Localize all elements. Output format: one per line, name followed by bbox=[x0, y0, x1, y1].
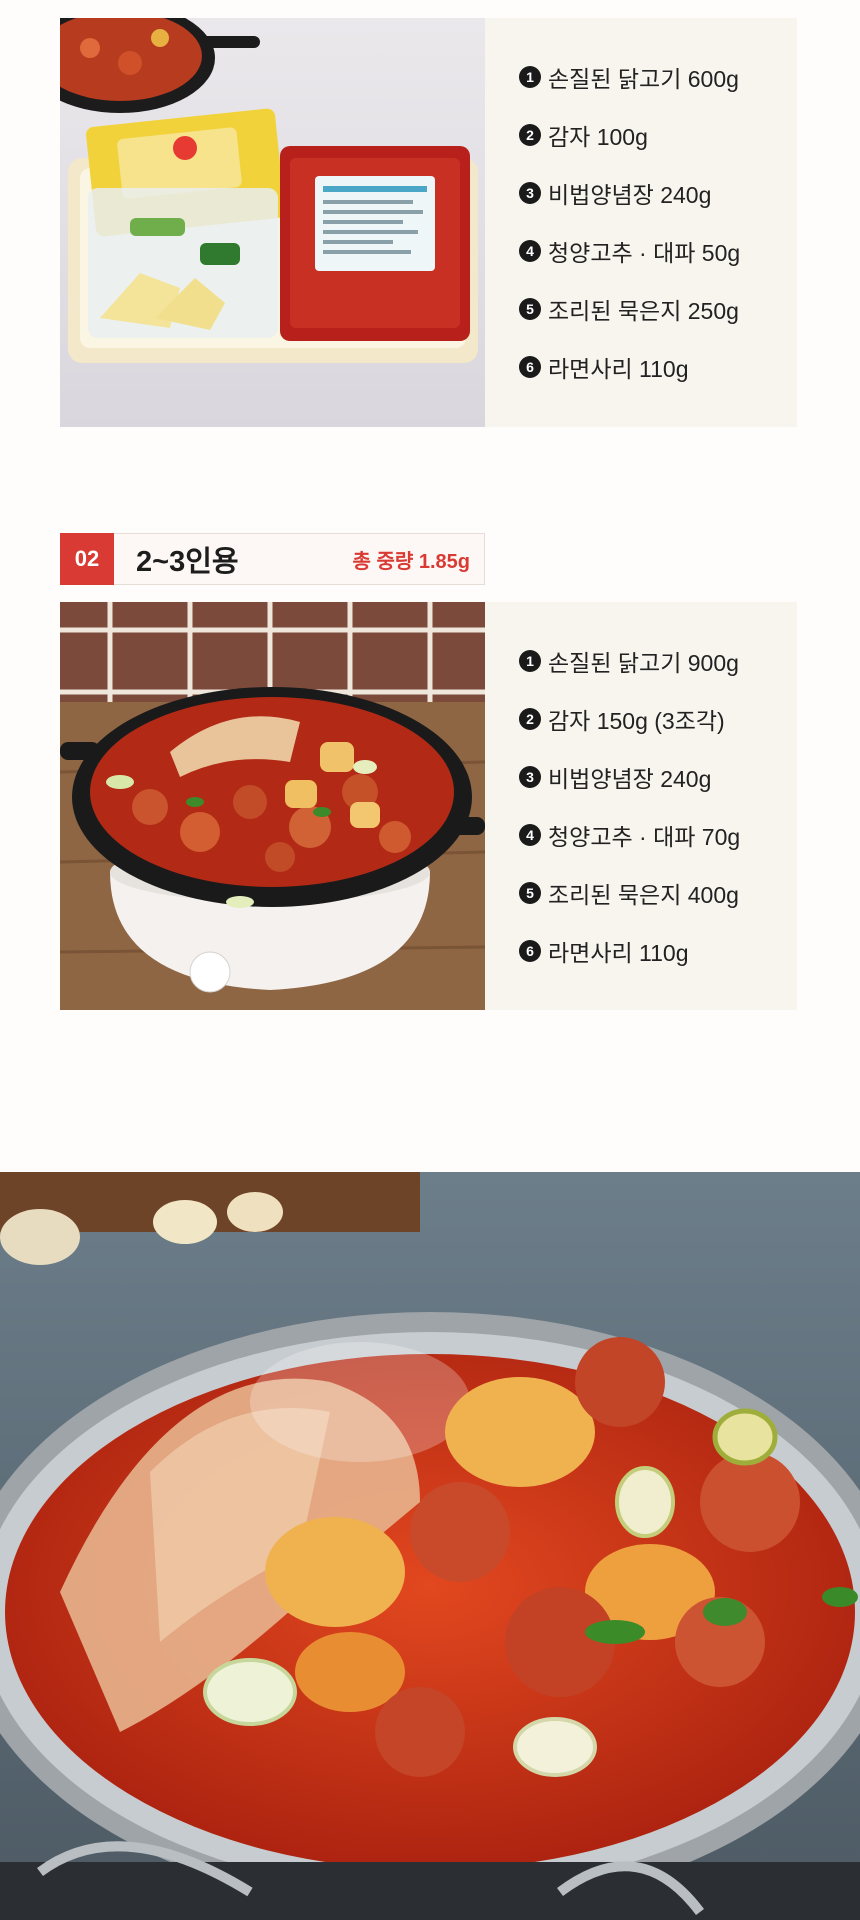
pack1-ingredient-list: 1 손질된 닭고기 600g 2 감자 100g 3 비법양념장 240g 4 청양고추… bbox=[485, 18, 797, 427]
number-badge: 1 bbox=[519, 66, 541, 88]
ingredient-text: 청양고추 · 대파 70g bbox=[548, 824, 741, 850]
ingredient-item: 1 손질된 닭고기 900g bbox=[519, 632, 797, 690]
ingredient-text: 조리된 묵은지 250g bbox=[548, 298, 739, 324]
number-badge: 6 bbox=[519, 356, 541, 378]
ingredient-item: 1 손질된 닭고기 600g bbox=[519, 48, 797, 106]
number-badge: 2 bbox=[519, 708, 541, 730]
number-badge: 4 bbox=[519, 824, 541, 846]
number-badge: 3 bbox=[519, 182, 541, 204]
serving-size-title: 2~3인용 bbox=[136, 546, 239, 578]
ingredient-text: 비법양념장 240g bbox=[548, 182, 712, 208]
number-badge: 2 bbox=[519, 124, 541, 146]
pack1-product-photo bbox=[60, 18, 485, 427]
number-badge: 5 bbox=[519, 882, 541, 904]
ingredient-item: 2 감자 100g bbox=[519, 106, 797, 164]
number-badge: 4 bbox=[519, 240, 541, 262]
ingredient-item: 6 라면사리 110g bbox=[519, 338, 797, 396]
pack2-product-photo bbox=[60, 602, 485, 1010]
total-weight-label: 총 중량 1.85g bbox=[352, 550, 470, 573]
pack1-section: 1 손질된 닭고기 600g 2 감자 100g 3 비법양념장 240g 4 청양고추… bbox=[60, 18, 797, 427]
ingredient-text: 청양고추 · 대파 50g bbox=[548, 240, 741, 266]
pack2-header: 02 2~3인용 총 중량 1.85g bbox=[60, 533, 485, 585]
number-badge: 6 bbox=[519, 940, 541, 962]
ingredient-item: 4 청양고추 · 대파 70g bbox=[519, 806, 797, 864]
ingredient-text: 조리된 묵은지 400g bbox=[548, 882, 739, 908]
ingredient-item: 3 비법양념장 240g bbox=[519, 748, 797, 806]
boiling-stew-image bbox=[0, 1172, 860, 1920]
pack2-ingredient-list: 1 손질된 닭고기 900g 2 감자 150g (3조각) 3 비법양념장 240g… bbox=[485, 602, 797, 1010]
ingredient-item: 6 라면사리 110g bbox=[519, 922, 797, 980]
number-badge: 5 bbox=[519, 298, 541, 320]
hero-stew-photo bbox=[0, 1172, 860, 1920]
pack-number-badge: 02 bbox=[60, 533, 114, 585]
ingredient-item: 3 비법양념장 240g bbox=[519, 164, 797, 222]
ingredient-text: 감자 150g (3조각) bbox=[548, 708, 725, 734]
ingredient-text: 손질된 닭고기 900g bbox=[548, 650, 739, 676]
ingredient-item: 4 청양고추 · 대파 50g bbox=[519, 222, 797, 280]
ingredient-text: 손질된 닭고기 600g bbox=[548, 66, 739, 92]
ingredient-text: 라면사리 110g bbox=[548, 356, 689, 382]
ingredient-item: 2 감자 150g (3조각) bbox=[519, 690, 797, 748]
number-badge: 1 bbox=[519, 650, 541, 672]
ingredient-text: 라면사리 110g bbox=[548, 940, 689, 966]
ingredient-text: 비법양념장 240g bbox=[548, 766, 712, 792]
pack2-section: 1 손질된 닭고기 900g 2 감자 150g (3조각) 3 비법양념장 240g… bbox=[60, 602, 797, 1010]
number-badge: 3 bbox=[519, 766, 541, 788]
ingredient-item: 5 조리된 묵은지 250g bbox=[519, 280, 797, 338]
ingredient-text: 감자 100g bbox=[548, 124, 648, 150]
ingredient-item: 5 조리된 묵은지 400g bbox=[519, 864, 797, 922]
cooked-stew-image bbox=[60, 602, 485, 1010]
meal-kit-image bbox=[60, 18, 485, 427]
